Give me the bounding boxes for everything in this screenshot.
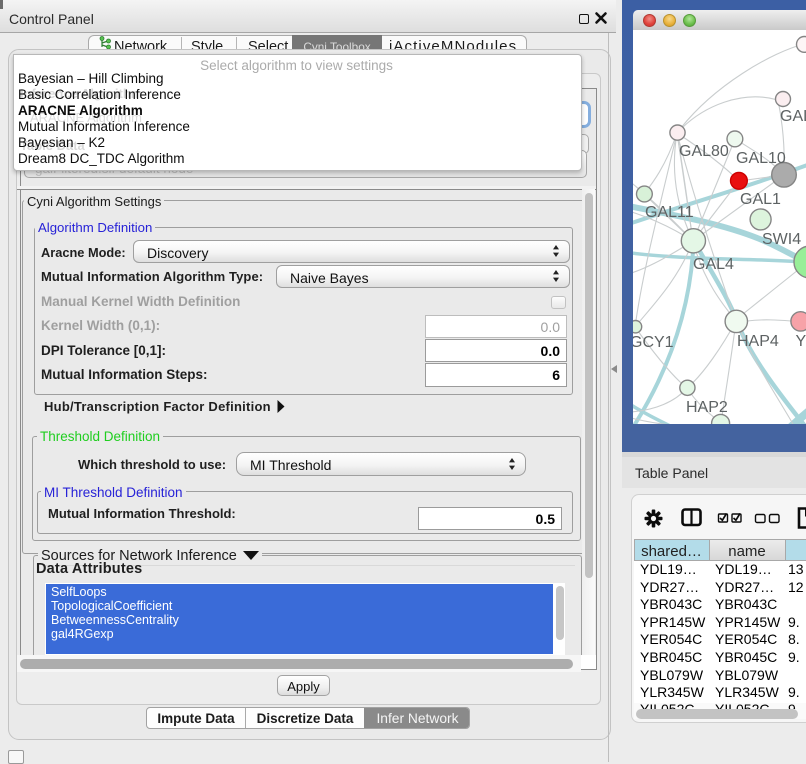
svg-text:GCY1: GCY1 [633,334,674,351]
svg-text:GAL11: GAL11 [645,204,694,221]
svg-text:SWI4: SWI4 [762,231,801,248]
svg-text:HAP2: HAP2 [686,399,728,416]
svg-text:GAL80: GAL80 [679,143,729,160]
svg-text:GAL7: GAL7 [780,108,806,125]
svg-text:GAL4: GAL4 [693,256,734,273]
svg-text:GAL1: GAL1 [740,191,781,208]
svg-text:GAL10: GAL10 [736,150,786,167]
svg-text:Y: Y [796,333,806,350]
svg-text:HAP4: HAP4 [737,333,779,350]
